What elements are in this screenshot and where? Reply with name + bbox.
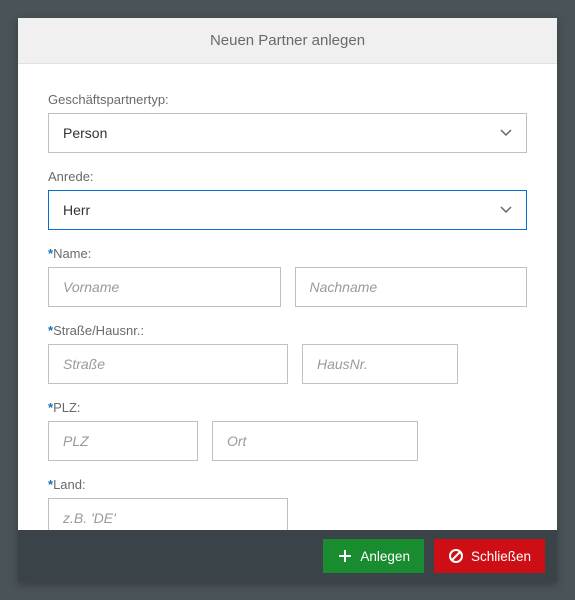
- last-name-field[interactable]: [295, 267, 528, 307]
- country-field[interactable]: [48, 498, 288, 530]
- create-button[interactable]: Anlegen: [323, 539, 424, 573]
- first-name-field[interactable]: [48, 267, 281, 307]
- dialog-body: Geschäftspartnertyp: Person Anrede: Herr…: [18, 64, 557, 530]
- country-group: *Land:: [48, 477, 527, 530]
- street-label: *Straße/Hausnr.:: [48, 323, 527, 338]
- plus-icon: [337, 548, 353, 564]
- plz-field[interactable]: [48, 421, 198, 461]
- prohibit-icon: [448, 548, 464, 564]
- partner-type-label: Geschäftspartnertyp:: [48, 92, 527, 107]
- partner-type-value: Person: [63, 125, 107, 141]
- street-field[interactable]: [48, 344, 288, 384]
- name-label: *Name:: [48, 246, 527, 261]
- postal-group: *PLZ:: [48, 400, 527, 461]
- partner-type-group: Geschäftspartnertyp: Person: [48, 92, 527, 153]
- salutation-value: Herr: [63, 202, 90, 218]
- close-button[interactable]: Schließen: [434, 539, 545, 573]
- chevron-down-icon: [500, 127, 512, 139]
- name-group: *Name:: [48, 246, 527, 307]
- street-group: *Straße/Hausnr.:: [48, 323, 527, 384]
- dialog-title: Neuen Partner anlegen: [18, 18, 557, 64]
- chevron-down-icon: [500, 204, 512, 216]
- house-no-field[interactable]: [302, 344, 458, 384]
- city-field[interactable]: [212, 421, 418, 461]
- postal-label: *PLZ:: [48, 400, 527, 415]
- salutation-select[interactable]: Herr: [48, 190, 527, 230]
- salutation-label: Anrede:: [48, 169, 527, 184]
- partner-type-select[interactable]: Person: [48, 113, 527, 153]
- country-label: *Land:: [48, 477, 527, 492]
- create-partner-dialog: Neuen Partner anlegen Geschäftspartnerty…: [18, 18, 557, 582]
- salutation-group: Anrede: Herr: [48, 169, 527, 230]
- dialog-footer: Anlegen Schließen: [18, 530, 557, 582]
